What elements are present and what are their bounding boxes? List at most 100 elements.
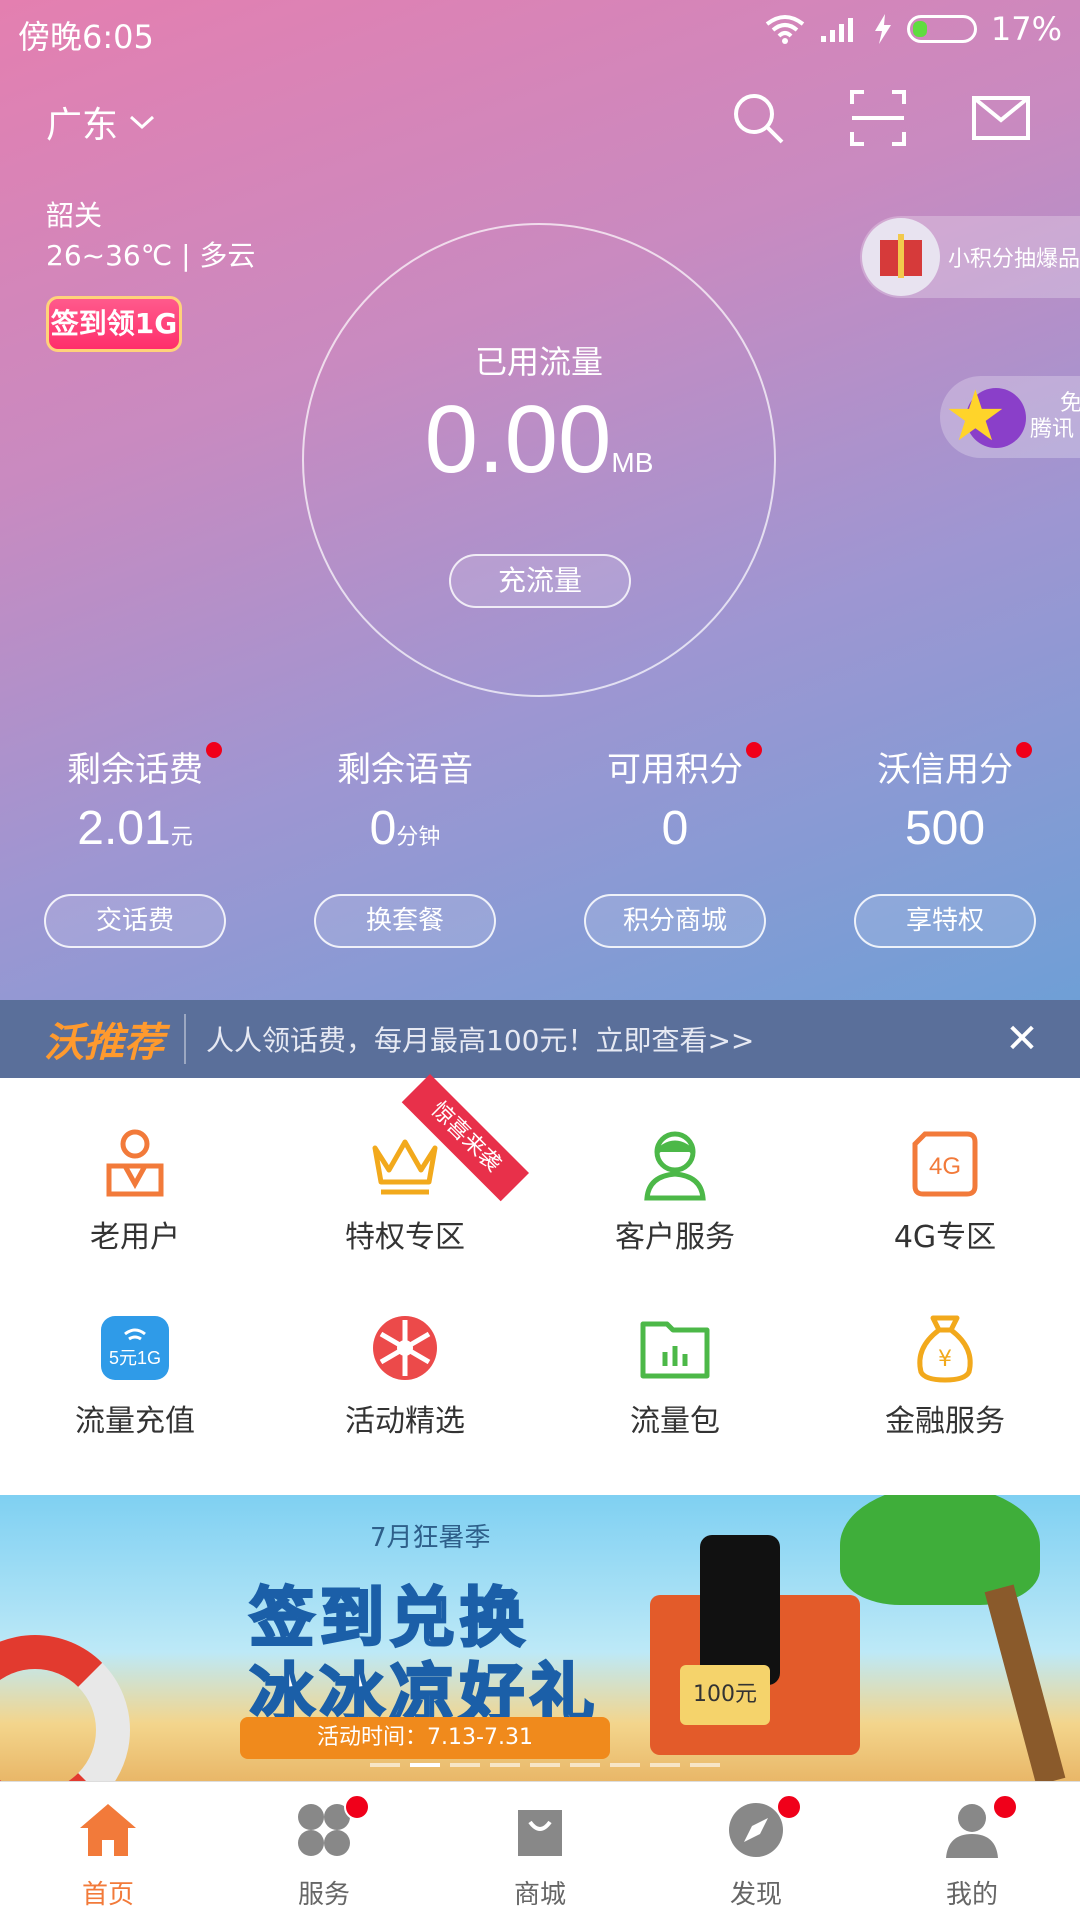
stat-number: 2.01 (77, 802, 171, 855)
carousel-dots (370, 1763, 720, 1767)
points-draw-promo[interactable]: 小积分抽爆品 (860, 216, 1080, 298)
notification-dot (344, 1794, 370, 1820)
carousel-dot[interactable] (370, 1763, 400, 1767)
service-label: 活动精选 (345, 1404, 465, 1439)
svg-text:4G: 4G (929, 1153, 961, 1180)
service-row: 老用户 特权专区 客户服务 4G 4G专区 (0, 1078, 1080, 1268)
privileges-button[interactable]: 享特权 (854, 894, 1036, 948)
change-plan-button[interactable]: 换套餐 (314, 894, 496, 948)
service-customer[interactable]: 客户服务 (540, 1078, 810, 1268)
recharge-card-image: 100元 (680, 1665, 770, 1725)
stat-number: 500 (904, 802, 986, 855)
used-data-unit: MB (611, 447, 654, 478)
recommend-text: 人人领话费，每月最高100元！立即查看>> (206, 1024, 755, 1057)
stat-value: 500 (810, 801, 1080, 856)
folder-chart-icon (640, 1321, 710, 1379)
tab-profile[interactable]: 我的 (864, 1782, 1080, 1920)
wheel-icon (373, 1316, 437, 1380)
service-activities[interactable]: 活动精选 (270, 1268, 540, 1458)
carousel-dot[interactable] (570, 1763, 600, 1767)
carousel-dot[interactable] (690, 1763, 720, 1767)
stat-number: 0 (369, 802, 397, 855)
bottom-tab-bar: 首页 服务 商城 发现 我的 (0, 1781, 1080, 1920)
stat-balance[interactable]: 剩余话费 2.01元 (0, 742, 270, 856)
service-label: 老用户 (90, 1220, 180, 1255)
tab-label: 商城 (513, 1880, 566, 1910)
star-video-icon: ★ (940, 376, 1030, 458)
carousel-dot[interactable] (490, 1763, 520, 1767)
weather-desc: 26~36℃ | 多云 (46, 239, 256, 272)
data-recharge-badge: 5元1G (109, 1348, 161, 1368)
service-old-user[interactable]: 老用户 (0, 1078, 270, 1268)
signal-icon (820, 18, 853, 42)
notification-dot (746, 742, 762, 758)
pay-bill-button[interactable]: 交话费 (44, 894, 226, 948)
used-data-value: 0.00MB (304, 385, 774, 495)
wifi-icon (765, 15, 805, 44)
tab-label: 首页 (81, 1880, 134, 1910)
old-user-icon (106, 1129, 164, 1197)
battery-percent: 17% (990, 10, 1062, 48)
stat-label: 可用积分 (607, 750, 743, 790)
carousel-dot[interactable] (650, 1763, 680, 1767)
stat-number: 0 (661, 802, 689, 855)
service-4g[interactable]: 4G 4G专区 (810, 1078, 1080, 1268)
signin-badge[interactable]: 签到领1G (46, 296, 182, 352)
used-data-label: 已用流量 (474, 343, 603, 381)
tab-discover[interactable]: 发现 (648, 1782, 864, 1920)
service-data-pack[interactable]: 流量包 (540, 1268, 810, 1458)
phone-image (700, 1535, 780, 1685)
stat-points[interactable]: 可用积分 0 (540, 742, 810, 856)
notification-dot (206, 742, 222, 758)
battery-icon (906, 15, 977, 43)
stat-label: 剩余语音 (337, 750, 473, 790)
account-actions: 交话费 换套餐 积分商城 享特权 (0, 894, 1080, 948)
tab-shop[interactable]: 商城 (432, 1782, 648, 1920)
service-label: 客户服务 (615, 1220, 735, 1255)
carousel-dot[interactable] (450, 1763, 480, 1767)
close-icon[interactable]: ✕ (992, 1009, 1052, 1069)
promo-banner[interactable]: 100元 7月狂暑季 签到兑换 冰冰凉好礼 活动时间：7.13-7.31 (0, 1495, 1080, 1781)
mail-icon[interactable] (968, 88, 1034, 148)
service-finance[interactable]: ¥ 金融服务 (810, 1268, 1080, 1458)
scan-icon[interactable] (848, 88, 908, 148)
tencent-promo-line2: 腾讯 (1030, 417, 1075, 442)
carousel-dot[interactable] (530, 1763, 560, 1767)
stat-value: 0分钟 (270, 801, 540, 856)
lifebuoy-image (0, 1635, 130, 1781)
notification-dot (776, 1794, 802, 1820)
service-data-recharge[interactable]: 5元1G 流量充值 (0, 1268, 270, 1458)
recharge-data-button[interactable]: 充流量 (449, 554, 631, 608)
tab-services[interactable]: 服务 (216, 1782, 432, 1920)
gift-icon (862, 218, 940, 296)
stat-voice[interactable]: 剩余语音 0分钟 (270, 742, 540, 856)
svg-text:¥: ¥ (938, 1347, 952, 1372)
hero-section: 傍晚6:05 17% 广东 韶关 26~36℃ | 多云 签到领1G 已用流量 … (0, 0, 1080, 1000)
account-stats: 剩余话费 2.01元 剩余语音 0分钟 可用积分 0 沃信用分 500 (0, 742, 1080, 856)
tencent-video-promo[interactable]: ★ 免 腾讯 (940, 376, 1080, 458)
banner-date: 活动时间：7.13-7.31 (240, 1717, 610, 1759)
search-icon[interactable] (728, 88, 788, 148)
tab-home[interactable]: 首页 (0, 1782, 216, 1920)
stat-label: 剩余话费 (67, 750, 203, 790)
carousel-dot[interactable] (610, 1763, 640, 1767)
stat-unit: 元 (170, 824, 193, 849)
home-icon (80, 1804, 136, 1856)
recommend-brand: 沃推荐 (44, 1020, 164, 1066)
carousel-dot-active[interactable] (410, 1763, 440, 1767)
recommend-bar[interactable]: 沃推荐 人人领话费，每月最高100元！立即查看>> ✕ (0, 1000, 1080, 1078)
status-time: 傍晚6:05 (18, 18, 154, 56)
banner-season: 7月狂暑季 (370, 1523, 491, 1553)
points-mall-button[interactable]: 积分商城 (584, 894, 766, 948)
charging-icon (874, 14, 891, 44)
region-selector[interactable]: 广东 (46, 96, 156, 148)
crown-icon (372, 1139, 438, 1195)
tab-label: 发现 (729, 1880, 782, 1910)
weather-info: 韶关 26~36℃ | 多云 (46, 196, 255, 276)
top-bar: 广东 (0, 88, 1080, 152)
notification-dot (1016, 742, 1032, 758)
service-row: 5元1G 流量充值 活动精选 流量包 ¥ 金融服务 (0, 1268, 1080, 1458)
stat-credit-score[interactable]: 沃信用分 500 (810, 742, 1080, 856)
notification-dot (992, 1794, 1018, 1820)
tab-label: 服务 (297, 1880, 350, 1910)
